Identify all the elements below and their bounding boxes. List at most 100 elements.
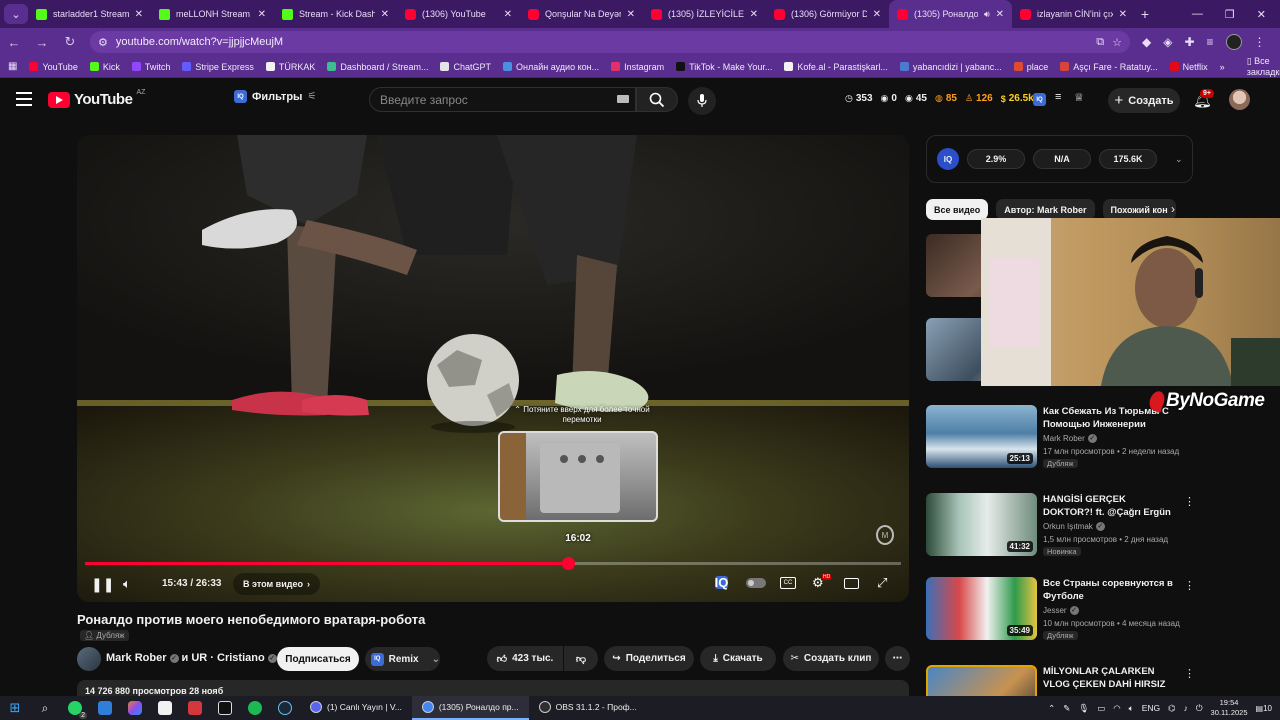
taskbar-app[interactable]: OBS 31.1.2 - Проф...: [529, 696, 647, 720]
filters-button[interactable]: IQ Фильтры ⚟: [234, 90, 316, 103]
battery-icon[interactable]: ▭: [1097, 703, 1105, 714]
close-tab-icon[interactable]: ✕: [135, 9, 143, 20]
shield-extension-icon[interactable]: ◆: [1142, 35, 1151, 49]
close-window-icon[interactable]: ✕: [1257, 8, 1266, 21]
bookmark-item[interactable]: Dashboard / Stream...: [327, 62, 428, 72]
remix-button[interactable]: IQ Remix ⌄: [365, 647, 440, 671]
spotify-icon[interactable]: [240, 696, 270, 720]
steam-icon[interactable]: [270, 696, 300, 720]
iq-toolbar-icon[interactable]: IQ: [1033, 93, 1046, 106]
new-tab-button[interactable]: +: [1135, 6, 1155, 22]
chip-similar[interactable]: Похожий кон: [1102, 199, 1176, 220]
recommendation-channel[interactable]: Mark Rober ✓: [1043, 434, 1097, 443]
bookmark-item[interactable]: Aşçı Fare - Ratatuy...: [1060, 62, 1158, 72]
apps-grid-icon[interactable]: ▦: [8, 61, 17, 72]
capcut-icon[interactable]: [210, 696, 240, 720]
channel-watermark-icon[interactable]: M: [876, 525, 894, 545]
list-icon[interactable]: ≡: [1055, 91, 1061, 103]
chip-by-author[interactable]: Автор: Mark Rober: [996, 199, 1095, 220]
reload-icon[interactable]: ↻: [62, 34, 78, 50]
taskbar-app[interactable]: (1) Canlı Yayın | V...: [300, 696, 412, 720]
browser-tab[interactable]: (1306) YouTube ✕: [397, 0, 520, 28]
close-tab-icon[interactable]: ✕: [258, 9, 266, 20]
power-icon[interactable]: ⏻: [1196, 703, 1203, 714]
taskbar-app[interactable]: (1305) Роналдо пр...: [411, 696, 529, 720]
browser-tab[interactable]: (1306) Görmüyor Du ✕: [766, 0, 889, 28]
menu-icon[interactable]: [16, 92, 32, 106]
collab-channel-text[interactable]: и UR · Cristiano: [182, 652, 265, 664]
close-tab-icon[interactable]: ✕: [504, 9, 512, 20]
bookmark-item[interactable]: place: [1013, 62, 1048, 72]
speaker-icon[interactable]: ♪: [1184, 703, 1188, 713]
bookmark-item[interactable]: ChatGPT: [440, 62, 491, 72]
iq-player-icon[interactable]: IQ: [715, 575, 729, 590]
browser-tab[interactable]: (1305) İZLEYİCİLERİN ✕: [643, 0, 766, 28]
browser-tab[interactable]: (1305) Роналдо 🔊︎ ✕: [889, 0, 1012, 28]
trophy-icon[interactable]: ♕: [1074, 91, 1084, 104]
subtitles-icon[interactable]: CC: [780, 577, 796, 589]
chevron-down-icon[interactable]: ⌄: [1175, 154, 1183, 165]
minimize-icon[interactable]: —: [1192, 8, 1203, 21]
puzzle-icon[interactable]: ✚: [1184, 35, 1194, 49]
tab-audio-icon[interactable]: 🔊︎: [984, 9, 990, 20]
store-icon[interactable]: [150, 696, 180, 720]
like-button[interactable]: 👍︎ 423 тыс.: [487, 646, 563, 671]
clock[interactable]: 19:54 30.11.2025: [1211, 698, 1248, 718]
bookmark-star-icon[interactable]: ☆: [1112, 36, 1122, 49]
channel-name[interactable]: Mark Rober ✓ и UR · Cristiano ✓: [106, 652, 277, 664]
subscribe-button[interactable]: Подписаться: [277, 647, 359, 671]
more-options-icon[interactable]: ⋮: [1184, 579, 1195, 592]
search-button[interactable]: [636, 87, 678, 112]
restore-icon[interactable]: ❐: [1225, 8, 1235, 21]
channel-name-text[interactable]: Mark Rober: [106, 652, 167, 664]
wifi-icon[interactable]: ◠: [1113, 703, 1120, 714]
recommendation-title[interactable]: MİLYONLAR ÇALARKEN VLOG ÇEKEN DAHİ HIRSI…: [1043, 665, 1178, 691]
recommendation-title[interactable]: Все Страны соревнуются в Футболе: [1043, 577, 1178, 603]
volume-icon[interactable]: 🔈︎: [123, 576, 131, 592]
recommendation-channel[interactable]: Jesser ✓: [1043, 606, 1079, 615]
profile-avatar[interactable]: [1225, 34, 1242, 50]
close-tab-icon[interactable]: ✕: [996, 9, 1004, 20]
chip-all-videos[interactable]: Все видео: [926, 199, 989, 220]
video-player[interactable]: ⌃ Потяните вверх для более точной перемо…: [77, 135, 909, 602]
media-icon[interactable]: ≡: [1207, 35, 1214, 49]
recommendation-channel-name[interactable]: Mark Rober: [1043, 434, 1085, 443]
notification-center-icon[interactable]: ▤10: [1256, 704, 1272, 713]
recommendation-item[interactable]: 41:32 HANGİSİ GERÇEK DOKTOR?! ft. @Çağrı…: [926, 493, 1196, 557]
close-tab-icon[interactable]: ✕: [627, 9, 635, 20]
bookmarks-overflow-icon[interactable]: »: [1220, 62, 1225, 72]
pause-icon[interactable]: ❚❚: [91, 576, 114, 593]
recommendation-item[interactable]: 35:49 Все Страны соревнуются в Футболе J…: [926, 577, 1196, 641]
scrubber-handle[interactable]: [562, 557, 576, 570]
search-input[interactable]: Введите запрос: [369, 87, 636, 112]
voice-search-button[interactable]: [688, 87, 716, 115]
close-tab-icon[interactable]: ✕: [1119, 9, 1127, 20]
more-options-icon[interactable]: ⋮: [1184, 667, 1195, 680]
autoplay-toggle[interactable]: [746, 578, 766, 588]
tray-expand-icon[interactable]: ⌃: [1048, 703, 1055, 714]
url-text[interactable]: youtube.com/watch?v=jjpjjcMeujM: [116, 36, 1088, 48]
channel-avatar[interactable]: [77, 647, 101, 671]
tab-search-button[interactable]: ⌄: [4, 4, 28, 24]
volume-tray-icon[interactable]: 🔈︎: [1129, 703, 1134, 714]
bookmark-item[interactable]: TÜRKAK: [265, 62, 315, 72]
close-tab-icon[interactable]: ✕: [873, 9, 881, 20]
more-actions-icon[interactable]: ⋯: [885, 646, 910, 671]
pen-icon[interactable]: ✎: [1063, 703, 1070, 714]
progress-bar[interactable]: [85, 557, 901, 570]
bookmark-item[interactable]: yabancıdizi | yabanc...: [899, 62, 1002, 72]
account-avatar[interactable]: [1229, 89, 1250, 110]
copilot-icon[interactable]: [120, 696, 150, 720]
extension-icon[interactable]: ◈: [1163, 35, 1172, 49]
recommendation-channel[interactable]: Orkun Işıtmak ✓: [1043, 522, 1105, 531]
install-app-icon[interactable]: ⧉: [1096, 36, 1104, 49]
close-tab-icon[interactable]: ✕: [381, 9, 389, 20]
browser-tab[interactable]: starladder1 Stream - ✕: [28, 0, 151, 28]
bookmark-item[interactable]: Stripe Express: [182, 62, 254, 72]
bookmark-item[interactable]: Kofe.al - Parastişkarl...: [784, 62, 888, 72]
bookmark-item[interactable]: Онлайн аудио кон...: [502, 62, 599, 72]
bookmark-item[interactable]: Twitch: [131, 62, 170, 72]
clip-button[interactable]: ✂ Создать клип: [783, 646, 879, 671]
more-options-icon[interactable]: ⋮: [1184, 495, 1195, 508]
network-icon[interactable]: ⌬: [1168, 703, 1175, 714]
